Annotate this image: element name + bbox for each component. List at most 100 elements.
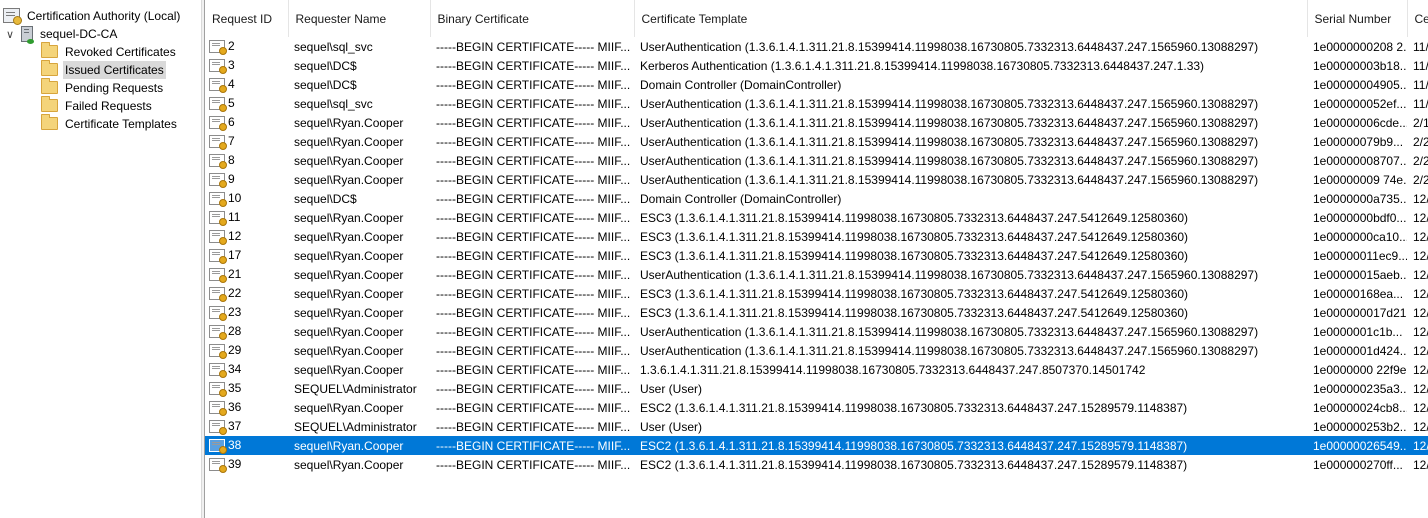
cell-request-id-text: 5 xyxy=(228,96,235,111)
table-row[interactable]: 21 sequel\Ryan.Cooper -----BEGIN CERTIFICA… xyxy=(205,265,1428,284)
cell-requester-name: sequel\Ryan.Cooper xyxy=(294,324,404,339)
cell-request-id: 6 xyxy=(205,113,288,132)
cell-truncated: 12/ xyxy=(1407,436,1428,455)
cell-request-id: 21 xyxy=(205,265,288,284)
cell-request-id-text: 39 xyxy=(228,457,242,472)
cell-certificate-template: UserAuthentication (1.3.6.1.4.1.311.21.8… xyxy=(640,343,1259,358)
cell-requester-name: sequel\Ryan.Cooper xyxy=(294,115,404,130)
table-row[interactable]: 28 sequel\Ryan.Cooper -----BEGIN CERTIFICA… xyxy=(205,322,1428,341)
table-row[interactable]: 4 sequel\DC$ -----BEGIN CERTIFICATE----- M… xyxy=(205,75,1428,94)
cell-certificate-template: Kerberos Authentication (1.3.6.1.4.1.311… xyxy=(640,58,1205,73)
table-row[interactable]: 35 SEQUEL\Administrator -----BEGIN CERTIFI… xyxy=(205,379,1428,398)
cell-binary-certificate: -----BEGIN CERTIFICATE----- MIIF... xyxy=(436,267,631,282)
cell-truncated: 11/ xyxy=(1413,77,1428,92)
cell-request-id-text: 4 xyxy=(228,77,235,92)
tree-item-pending-requests[interactable]: Pending Requests xyxy=(41,78,165,97)
table-row[interactable]: 29 sequel\Ryan.Cooper -----BEGIN CERTIFICA… xyxy=(205,341,1428,360)
cell-request-id: 34 xyxy=(205,360,288,379)
cell-request-id: 22 xyxy=(205,284,288,303)
issued-certificates-list: Request ID Requester Name Binary Certifi… xyxy=(205,0,1428,518)
tree-item-certificate-templates[interactable]: Certificate Templates xyxy=(41,114,179,133)
table-row[interactable]: 39 sequel\Ryan.Cooper -----BEGIN CERTIFICA… xyxy=(205,455,1428,474)
cell-requester-name: sequel\Ryan.Cooper xyxy=(294,400,404,415)
cell-serial-number: 1e00000024cb8... xyxy=(1313,400,1407,415)
cell-binary-certificate: -----BEGIN CERTIFICATE----- MIIF... xyxy=(436,172,631,187)
cell-binary-certificate: -----BEGIN CERTIFICATE----- MIIF... xyxy=(436,362,631,377)
table-row[interactable]: 17 sequel\Ryan.Cooper -----BEGIN CERTIFICA… xyxy=(205,246,1428,265)
table-row[interactable]: 5 sequel\sql_svc -----BEGIN CERTIFICATE---… xyxy=(205,94,1428,113)
folder-icon xyxy=(41,78,58,95)
cell-certificate-template: ESC2 (1.3.6.1.4.1.311.21.8.15399414.1199… xyxy=(634,436,1307,455)
certificate-icon xyxy=(209,248,227,264)
cell-truncated: 12/ xyxy=(1413,419,1428,434)
certificate-icon xyxy=(209,381,227,397)
column-header-binary-certificate[interactable]: Binary Certificate xyxy=(430,0,635,37)
cell-request-id-text: 3 xyxy=(228,58,235,73)
table-row[interactable]: 22 sequel\Ryan.Cooper -----BEGIN CERTIFICA… xyxy=(205,284,1428,303)
folder-icon xyxy=(41,96,58,113)
table-row[interactable]: 37 SEQUEL\Administrator -----BEGIN CERTIFI… xyxy=(205,417,1428,436)
tree-root-node[interactable]: Certification Authority (Local) xyxy=(3,7,182,26)
tree-item-issued-certificates[interactable]: Issued Certificates xyxy=(41,60,166,79)
certificate-icon xyxy=(209,77,227,93)
cell-serial-number: 1e000000235a3... xyxy=(1313,381,1407,396)
certificate-icon xyxy=(209,115,227,131)
table-row[interactable]: 11 sequel\Ryan.Cooper -----BEGIN CERTIFICA… xyxy=(205,208,1428,227)
table-row[interactable]: 7 sequel\Ryan.Cooper -----BEGIN CERTIFICAT… xyxy=(205,132,1428,151)
cell-serial-number: 1e00000026549... xyxy=(1307,436,1407,455)
column-header-truncated[interactable]: Ce xyxy=(1407,0,1428,37)
cell-serial-number: 1e0000000ca10... xyxy=(1313,229,1407,244)
cell-requester-name: sequel\sql_svc xyxy=(294,39,373,54)
tree-item-label: Certificate Templates xyxy=(65,117,177,131)
ca-server-icon xyxy=(21,25,34,44)
chevron-down-icon[interactable]: ∨ xyxy=(4,26,16,44)
cell-truncated: 12/ xyxy=(1413,457,1428,472)
cell-request-id-text: 35 xyxy=(228,381,242,396)
cell-request-id-text: 12 xyxy=(228,229,242,244)
table-row[interactable]: 38 sequel\Ryan.Cooper -----BEGIN CERTIFICA… xyxy=(205,436,1428,455)
tree-item-label: Issued Certificates xyxy=(63,61,166,79)
tree-ca-node[interactable]: ∨ sequel-DC-CA xyxy=(4,25,119,44)
certificate-icon xyxy=(209,39,227,55)
column-header-request-id[interactable]: Request ID xyxy=(205,0,289,37)
column-header-certificate-template[interactable]: Certificate Template xyxy=(634,0,1308,37)
table-row[interactable]: 12 sequel\Ryan.Cooper -----BEGIN CERTIFICA… xyxy=(205,227,1428,246)
table-row[interactable]: 2 sequel\sql_svc -----BEGIN CERTIFICATE---… xyxy=(205,37,1428,56)
table-row[interactable]: 3 sequel\DC$ -----BEGIN CERTIFICATE----- M… xyxy=(205,56,1428,75)
table-row[interactable]: 10 sequel\DC$ -----BEGIN CERTIFICATE----- … xyxy=(205,189,1428,208)
cell-requester-name: sequel\Ryan.Cooper xyxy=(294,248,404,263)
cell-requester-name: sequel\Ryan.Cooper xyxy=(294,229,404,244)
cell-request-id: 11 xyxy=(205,208,288,227)
table-row[interactable]: 6 sequel\Ryan.Cooper -----BEGIN CERTIFICAT… xyxy=(205,113,1428,132)
table-row[interactable]: 34 sequel\Ryan.Cooper -----BEGIN CERTIFICA… xyxy=(205,360,1428,379)
cell-requester-name: sequel\Ryan.Cooper xyxy=(288,436,430,455)
cell-certificate-template: User (User) xyxy=(640,419,702,434)
tree-item-failed-requests[interactable]: Failed Requests xyxy=(41,96,154,115)
certificate-icon xyxy=(209,229,227,245)
cell-truncated: 2/2 xyxy=(1413,172,1428,187)
cell-truncated: 11/ xyxy=(1413,58,1428,73)
cell-binary-certificate: -----BEGIN CERTIFICATE----- MIIF... xyxy=(436,400,631,415)
certificate-authority-icon xyxy=(3,8,22,26)
cell-requester-name: sequel\sql_svc xyxy=(294,96,373,111)
table-row[interactable]: 36 sequel\Ryan.Cooper -----BEGIN CERTIFICA… xyxy=(205,398,1428,417)
tree-item-revoked-certificates[interactable]: Revoked Certificates xyxy=(41,42,178,61)
cell-request-id: 7 xyxy=(205,132,288,151)
cell-binary-certificate: -----BEGIN CERTIFICATE----- MIIF... xyxy=(436,305,631,320)
cell-request-id: 23 xyxy=(205,303,288,322)
column-header-requester-name[interactable]: Requester Name xyxy=(288,0,431,37)
tree-item-label: Revoked Certificates xyxy=(65,45,176,59)
cell-binary-certificate: -----BEGIN CERTIFICATE----- MIIF... xyxy=(436,58,631,73)
cell-binary-certificate: -----BEGIN CERTIFICATE----- MIIF... xyxy=(436,229,631,244)
table-row[interactable]: 9 sequel\Ryan.Cooper -----BEGIN CERTIFICAT… xyxy=(205,170,1428,189)
cell-serial-number: 1e00000004905... xyxy=(1313,77,1407,92)
cell-certificate-template: ESC2 (1.3.6.1.4.1.311.21.8.15399414.1199… xyxy=(640,457,1188,472)
table-row[interactable]: 23 sequel\Ryan.Cooper -----BEGIN CERTIFICA… xyxy=(205,303,1428,322)
cell-truncated: 12/ xyxy=(1413,381,1428,396)
table-row[interactable]: 8 sequel\Ryan.Cooper -----BEGIN CERTIFICAT… xyxy=(205,151,1428,170)
cell-certificate-template: UserAuthentication (1.3.6.1.4.1.311.21.8… xyxy=(640,39,1259,54)
certificate-icon xyxy=(209,343,227,359)
column-header-serial-number[interactable]: Serial Number xyxy=(1307,0,1408,37)
cell-request-id: 35 xyxy=(205,379,288,398)
cell-certificate-template: ESC3 (1.3.6.1.4.1.311.21.8.15399414.1199… xyxy=(640,229,1189,244)
